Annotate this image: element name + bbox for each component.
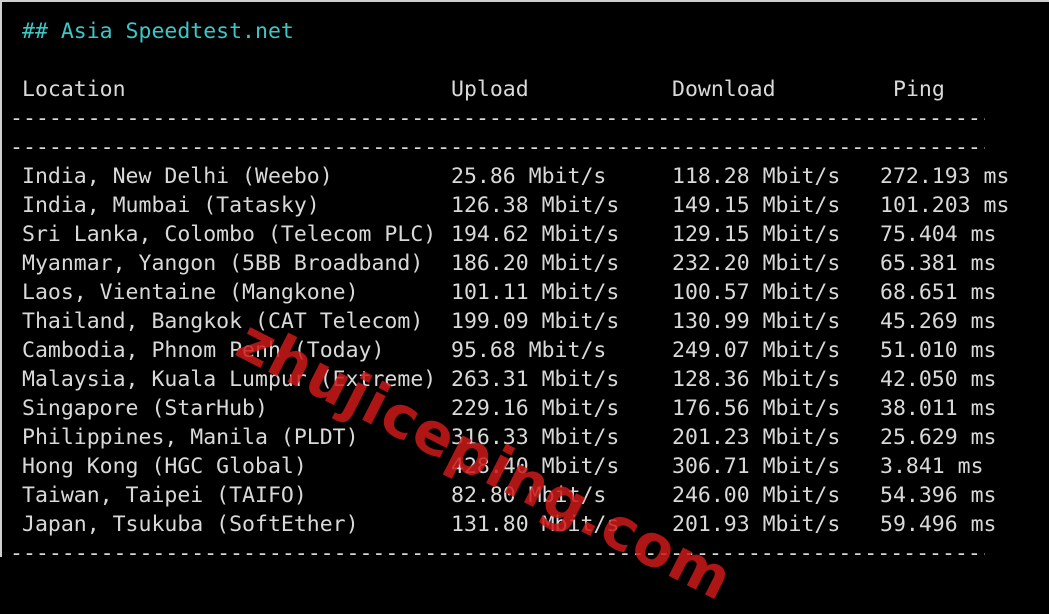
- header-ping: Ping: [893, 77, 945, 102]
- cell-location: Taiwan, Taipei (TAIFO): [22, 483, 307, 508]
- cell-download: 129.15 Mbit/s: [672, 222, 841, 247]
- cell-download: 128.36 Mbit/s: [672, 367, 841, 392]
- cell-ping: 68.651 ms: [880, 280, 997, 305]
- cell-location: Japan, Tsukuba (SoftEther): [22, 512, 359, 537]
- cell-upload: 126.38 Mbit/s: [451, 193, 620, 218]
- cell-location: Cambodia, Phnom Penh (Today): [22, 338, 385, 363]
- cell-upload: 131.80 Mbit/s: [451, 512, 620, 537]
- cell-download: 130.99 Mbit/s: [672, 309, 841, 334]
- table-header-row: Location Upload Download Ping: [22, 75, 945, 104]
- cell-ping: 3.841 ms: [880, 454, 984, 479]
- cell-upload: 194.62 Mbit/s: [451, 222, 620, 247]
- cell-location: India, New Delhi (Weebo): [22, 164, 333, 189]
- cell-download: 201.23 Mbit/s: [672, 425, 841, 450]
- cell-download: 201.93 Mbit/s: [672, 512, 841, 537]
- cell-location: Hong Kong (HGC Global): [22, 454, 307, 479]
- header-location: Location: [22, 77, 126, 102]
- cell-upload: 199.09 Mbit/s: [451, 309, 620, 334]
- cell-download: 306.71 Mbit/s: [672, 454, 841, 479]
- cell-upload: 229.16 Mbit/s: [451, 396, 620, 421]
- cell-download: 232.20 Mbit/s: [672, 251, 841, 276]
- divider-top: ----------------------------------------…: [10, 106, 985, 131]
- cell-download: 246.00 Mbit/s: [672, 483, 841, 508]
- cell-download: 249.07 Mbit/s: [672, 338, 841, 363]
- cell-location: Sri Lanka, Colombo (Telecom PLC): [22, 222, 437, 247]
- cell-upload: 95.68 Mbit/s: [451, 338, 607, 363]
- cell-upload: 186.20 Mbit/s: [451, 251, 620, 276]
- cell-ping: 51.010 ms: [880, 338, 997, 363]
- cell-location: India, Mumbai (Tatasky): [22, 193, 320, 218]
- cell-ping: 25.629 ms: [880, 425, 997, 450]
- cell-ping: 42.050 ms: [880, 367, 997, 392]
- cell-location: Malaysia, Kuala Lumpur (Extreme): [22, 367, 437, 392]
- cell-ping: 54.396 ms: [880, 483, 997, 508]
- cell-download: 100.57 Mbit/s: [672, 280, 841, 305]
- cell-upload: 101.11 Mbit/s: [451, 280, 620, 305]
- cell-ping: 272.193 ms: [880, 164, 1010, 189]
- cell-download: 176.56 Mbit/s: [672, 396, 841, 421]
- cell-location: Myanmar, Yangon (5BB Broadband): [22, 251, 424, 276]
- cell-location: Laos, Vientaine (Mangkone): [22, 280, 359, 305]
- cell-ping: 45.269 ms: [880, 309, 997, 334]
- cell-ping: 38.011 ms: [880, 396, 997, 421]
- cell-ping: 65.381 ms: [880, 251, 997, 276]
- cell-download: 118.28 Mbit/s: [672, 164, 841, 189]
- cell-upload: 82.80 Mbit/s: [451, 483, 607, 508]
- cell-upload: 428.40 Mbit/s: [451, 454, 620, 479]
- cell-location: Singapore (StarHub): [22, 396, 268, 421]
- cell-ping: 59.496 ms: [880, 512, 997, 537]
- divider-bottom: ----------------------------------------…: [10, 541, 985, 566]
- cell-ping: 101.203 ms: [880, 193, 1010, 218]
- header-download: Download: [672, 77, 776, 102]
- cell-ping: 75.404 ms: [880, 222, 997, 247]
- cell-location: Thailand, Bangkok (CAT Telecom): [22, 309, 424, 334]
- divider-second: ----------------------------------------…: [10, 135, 985, 160]
- terminal-window: ## Asia Speedtest.net Location Upload Do…: [0, 0, 1049, 614]
- cell-upload: 316.33 Mbit/s: [451, 425, 620, 450]
- header-upload: Upload: [451, 77, 529, 102]
- cell-download: 149.15 Mbit/s: [672, 193, 841, 218]
- cell-location: Philippines, Manila (PLDT): [22, 425, 359, 450]
- section-heading: ## Asia Speedtest.net: [22, 19, 294, 44]
- cell-upload: 25.86 Mbit/s: [451, 164, 607, 189]
- cell-upload: 263.31 Mbit/s: [451, 367, 620, 392]
